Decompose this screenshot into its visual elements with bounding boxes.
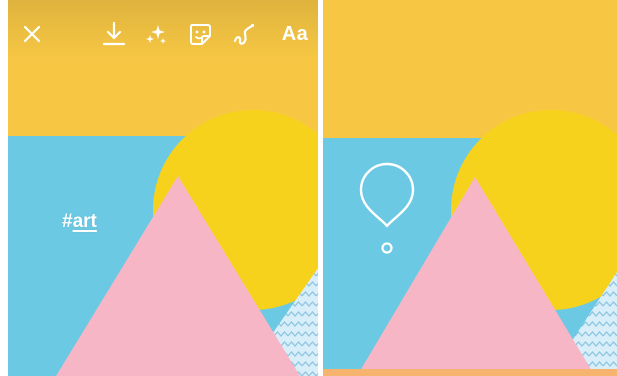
sticker-button[interactable] <box>184 18 216 50</box>
story-toolbar: Aa <box>8 0 318 60</box>
hashtag-prefix: # <box>62 211 73 232</box>
effects-button[interactable] <box>140 18 172 50</box>
text-tool-button[interactable]: Aa <box>276 18 314 50</box>
story-editor-right <box>323 0 617 376</box>
sticker-icon <box>189 24 211 45</box>
close-icon <box>23 25 41 43</box>
story-editor-left: Aa #art <box>8 0 318 376</box>
draw-icon <box>233 23 255 45</box>
circle-outline-icon <box>381 242 393 254</box>
map-pin-outline-icon <box>359 162 415 254</box>
location-pin-drawing[interactable] <box>357 158 417 258</box>
hashtag-word: art <box>72 211 97 232</box>
draw-button[interactable] <box>228 18 260 50</box>
sparkles-icon <box>146 25 166 44</box>
hashtag-sticker[interactable]: #art <box>62 211 97 233</box>
text-tool-label: Aa <box>281 22 309 45</box>
close-button[interactable] <box>16 18 48 50</box>
bottom-strip <box>323 369 617 376</box>
download-button[interactable] <box>98 18 130 50</box>
download-icon <box>102 21 126 46</box>
